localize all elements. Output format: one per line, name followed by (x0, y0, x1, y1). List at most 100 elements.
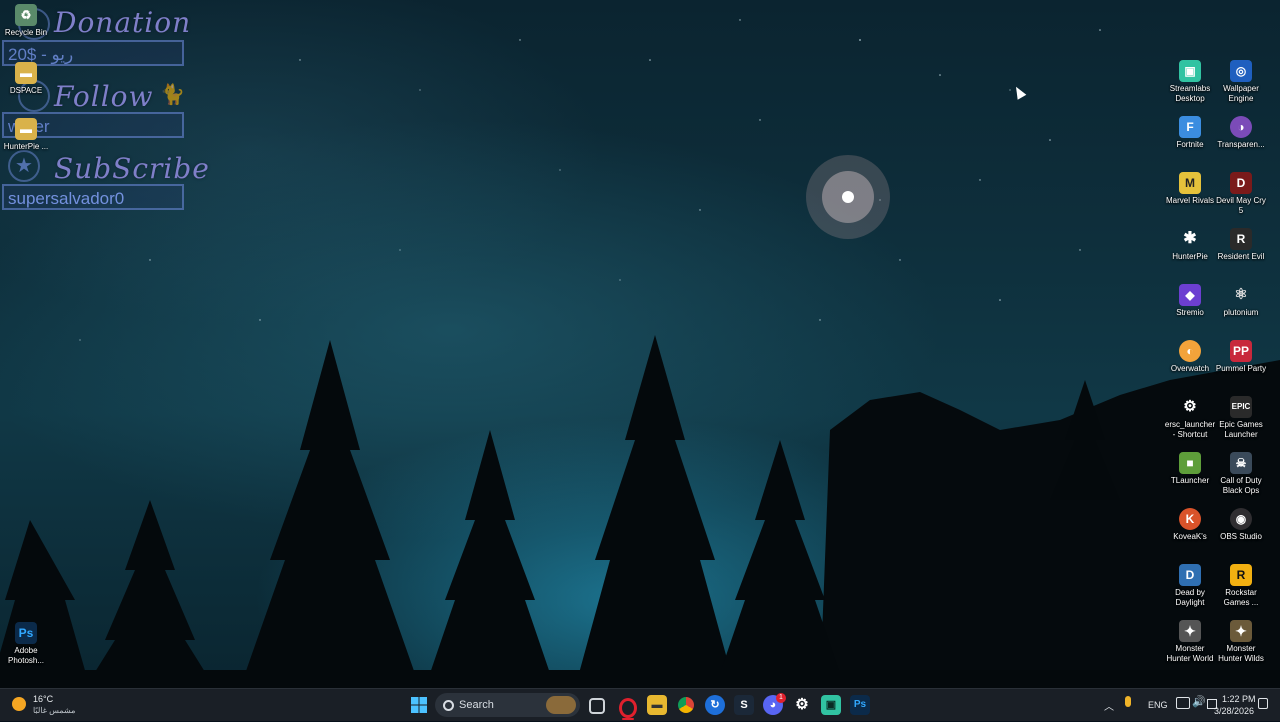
dead-by-daylight-icon: D (1179, 564, 1201, 586)
monster-hunter-world-icon: ✦ (1179, 620, 1201, 642)
desktop-icon-call-of-duty[interactable]: ☠ Call of Duty Black Ops (1215, 452, 1267, 496)
microphone-icon[interactable] (1125, 696, 1131, 707)
night-forest-scene (0, 19, 1280, 688)
desktop-icon-plutonium[interactable]: ⚛ plutonium (1215, 284, 1267, 318)
desktop-icon-label: OBS Studio (1220, 532, 1262, 541)
desktop-icon-label: Stremio (1176, 308, 1204, 317)
desktop-icon-hunterpie-folder[interactable]: ▬ HunterPie ... (0, 118, 52, 152)
desktop-icon-label: Overwatch (1170, 364, 1210, 373)
desktop-icon-wallpaper-engine[interactable]: ◎ Wallpaper Engine (1215, 60, 1267, 104)
desktop-icon-pummel-party[interactable]: PP Pummel Party (1215, 340, 1267, 374)
call-of-duty-icon: ☠ (1230, 452, 1252, 474)
desktop-icon-label: Wallpaper Engine (1223, 84, 1259, 103)
desktop-icon-fortnite[interactable]: F Fortnite (1164, 116, 1216, 150)
desktop-icon-stremio[interactable]: ◆ Stremio (1164, 284, 1216, 318)
desktop-icon-epic-games[interactable]: EPIC Epic Games Launcher (1215, 396, 1267, 440)
folder-icon: ▬ (15, 62, 37, 84)
subscribe-heading: SubScribe (54, 152, 210, 185)
cat-silhouette-icon: 🐈 (160, 84, 185, 106)
desktop-icon-resident-evil[interactable]: R Resident Evil (1215, 228, 1267, 262)
chrome-icon (678, 697, 694, 713)
wallpaper-engine-icon: ◎ (1230, 60, 1252, 82)
desktop-icon-marvel-rivals[interactable]: M Marvel Rivals (1164, 172, 1216, 206)
stars (79, 19, 1101, 341)
desktop-icon-rockstar-games[interactable]: R Rockstar Games ... (1215, 564, 1267, 608)
overwatch-icon: ◐ (1179, 340, 1201, 362)
fortnite-icon: F (1179, 116, 1201, 138)
desktop-icon-label: Call of Duty Black Ops (1220, 476, 1262, 495)
desktop-icon-devil-may-cry[interactable]: D Devil May Cry 5 (1215, 172, 1267, 216)
koveak-icon: K (1179, 508, 1201, 530)
recycle-bin-icon: ♻ (15, 4, 37, 26)
streamlabs-icon: ▣ (1179, 60, 1201, 82)
search-highlight-image-icon (546, 696, 576, 714)
taskbar-steam[interactable]: S (734, 695, 754, 715)
desktop-icon-recycle-bin[interactable]: ♻ Recycle Bin (0, 4, 52, 38)
donation-heading: Donation (54, 6, 192, 39)
obs-studio-icon: ◉ (1230, 508, 1252, 530)
language-indicator[interactable]: ENG (1148, 700, 1168, 710)
desktop-icon-transparent[interactable]: ◑ Transparen... (1215, 116, 1267, 150)
desktop-icon-label: Epic Games Launcher (1219, 420, 1263, 439)
weather-sun-icon (12, 697, 26, 711)
plutonium-icon: ⚛ (1234, 286, 1248, 303)
desktop-icon-adobe-photoshop[interactable]: Ps Adobe Photosh... (0, 622, 52, 666)
desktop-icon-label: Adobe Photosh... (7, 646, 45, 665)
search-icon (443, 700, 454, 711)
desktop-icon-dspace[interactable]: ▬ DSPACE (0, 62, 52, 96)
desktop-icon-monster-hunter-world[interactable]: ✦ Monster Hunter World (1164, 620, 1216, 664)
folder-icon: ▬ (15, 118, 37, 140)
desktop-icon-label: plutonium (1223, 308, 1259, 317)
desktop-icon-hunterpie[interactable]: ✱ HunterPie (1164, 228, 1216, 262)
volume-icon[interactable]: 🔊 (1192, 695, 1206, 708)
desktop-icon-label: Dead by Daylight (1175, 588, 1205, 607)
desktop-icon-label: Fortnite (1176, 140, 1204, 149)
devil-may-cry-icon: D (1230, 172, 1252, 194)
desktop-icon-label: Transparen... (1217, 140, 1265, 149)
follow-heading: Follow (54, 80, 154, 113)
moon (842, 191, 854, 203)
tray-overflow-chevron-icon[interactable]: ︿ (1104, 698, 1114, 713)
taskbar: 16°C مشمس غالبًا Search ▬ ↻ S ◕ 1 ⚙ ▣ Ps… (0, 688, 1280, 721)
desktop-icon-label: KoveaK's (1173, 532, 1207, 541)
gear-icon: ⚙ (795, 696, 809, 713)
taskbar-task-view[interactable] (589, 698, 605, 714)
notification-bell-icon[interactable] (1258, 698, 1268, 709)
discord-notification-badge: 1 (776, 693, 786, 703)
taskbar-opera[interactable] (618, 695, 638, 718)
desktop-icon-label: HunterPie ... (3, 142, 49, 151)
taskbar-photoshop[interactable]: Ps (850, 695, 870, 715)
desktop-icon-koveak[interactable]: K KoveaK's (1164, 508, 1216, 542)
desktop-icon-ersc-launcher[interactable]: ⚙ ersc_launcher - Shortcut (1164, 396, 1216, 440)
desktop-icon-obs-studio[interactable]: ◉ OBS Studio (1215, 508, 1267, 542)
pummel-party-icon: PP (1230, 340, 1252, 362)
desktop-icon-label: Monster Hunter World (1166, 644, 1214, 663)
desktop-icon-label: HunterPie (1172, 252, 1208, 261)
clock-time[interactable]: 1:22 PM (1222, 694, 1256, 704)
tlauncher-icon: ■ (1179, 452, 1201, 474)
taskbar-chrome[interactable] (676, 695, 696, 715)
taskbar-settings[interactable]: ⚙ (792, 695, 812, 715)
desktop-wallpaper (0, 0, 1280, 688)
desktop-icon-dead-by-daylight[interactable]: D Dead by Daylight (1164, 564, 1216, 608)
desktop-icon-tlauncher[interactable]: ■ TLauncher (1164, 452, 1216, 486)
clock-date[interactable]: 3/28/2026 (1214, 706, 1254, 716)
photoshop-icon: Ps (15, 622, 37, 644)
ersc-launcher-icon: ⚙ (1183, 398, 1197, 415)
weather-widget[interactable]: 16°C مشمس غالبًا (10, 692, 90, 718)
taskbar-search-box[interactable]: Search (435, 693, 580, 717)
transparent-icon: ◑ (1230, 116, 1252, 138)
desktop-icon-overwatch[interactable]: ◐ Overwatch (1164, 340, 1216, 374)
desktop-icon-monster-hunter-wilds[interactable]: ✦ Monster Hunter Wilds (1215, 620, 1267, 664)
desktop-icon-label: TLauncher (1170, 476, 1210, 485)
network-icon[interactable] (1176, 697, 1190, 709)
desktop-icon-streamlabs[interactable]: ▣ Streamlabs Desktop (1164, 60, 1216, 104)
desktop-icon-label: Devil May Cry 5 (1216, 196, 1266, 215)
taskbar-streamlabs[interactable]: ▣ (821, 695, 841, 715)
opera-icon (619, 698, 637, 718)
desktop-icon-label: Resident Evil (1217, 252, 1265, 261)
windows-logo-icon (411, 697, 427, 713)
taskbar-app-blue[interactable]: ↻ (705, 695, 725, 715)
start-button[interactable] (409, 695, 429, 715)
taskbar-file-explorer[interactable]: ▬ (647, 695, 667, 715)
